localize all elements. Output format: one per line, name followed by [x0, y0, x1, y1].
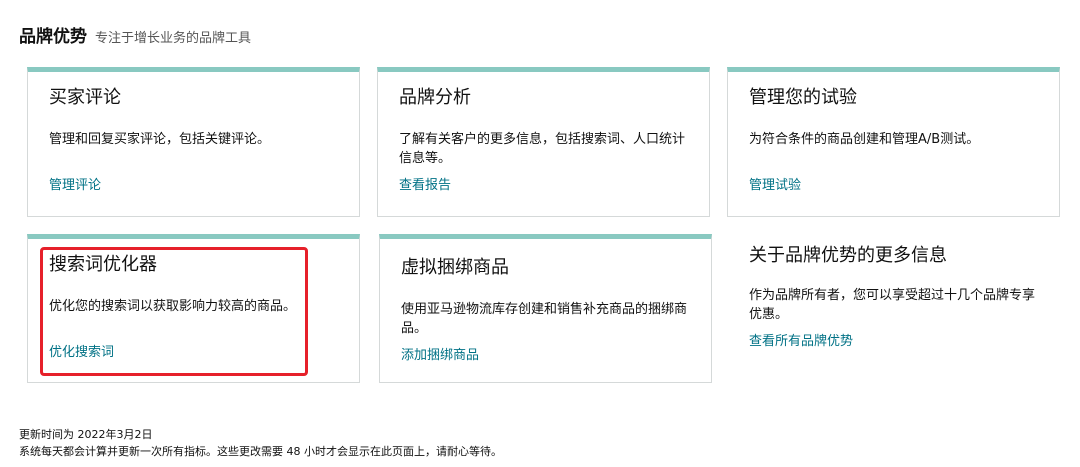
update-note: 系统每天都会计算并更新一次所有指标。这些更改需要 48 小时才会显示在此页面上，…	[19, 445, 502, 458]
page-title: 品牌优势	[19, 27, 87, 47]
add-bundle-link[interactable]: 添加捆绑商品	[401, 344, 479, 363]
card-brand-analytics: 品牌分析 了解有关客户的更多信息，包括搜索词、人口统计信息等。 查看报告	[377, 67, 710, 217]
card-title: 搜索词优化器	[49, 254, 157, 275]
card-description: 了解有关客户的更多信息，包括搜索词、人口统计信息等。	[399, 132, 686, 166]
card-description: 使用亚马逊物流库存创建和销售补充商品的捆绑商品。	[401, 302, 688, 336]
card-search-term-optimizer: 搜索词优化器 优化您的搜索词以获取影响力较高的商品。 优化搜索词	[27, 234, 360, 383]
card-description: 为符合条件的商品创建和管理A/B测试。	[749, 132, 980, 147]
manage-reviews-link[interactable]: 管理评论	[49, 174, 101, 193]
view-report-link[interactable]: 查看报告	[399, 174, 451, 193]
optimize-search-terms-link[interactable]: 优化搜索词	[49, 341, 114, 360]
manage-experiments-link[interactable]: 管理试验	[749, 174, 801, 193]
view-all-brand-benefits-link[interactable]: 查看所有品牌优势	[749, 330, 853, 349]
card-title: 关于品牌优势的更多信息	[749, 245, 947, 266]
card-description: 管理和回复买家评论，包括关键评论。	[49, 132, 271, 147]
card-manage-experiments: 管理您的试验 为符合条件的商品创建和管理A/B测试。 管理试验	[727, 67, 1060, 217]
card-more-brand-benefits: 关于品牌优势的更多信息 作为品牌所有者，您可以享受超过十几个品牌专享优惠。 查看…	[727, 236, 1060, 376]
card-title: 品牌分析	[399, 87, 471, 108]
card-title: 管理您的试验	[749, 87, 857, 108]
page-header: 品牌优势 专注于增长业务的品牌工具	[19, 22, 251, 47]
card-description: 作为品牌所有者，您可以享受超过十几个品牌专享优惠。	[749, 288, 1036, 322]
card-title: 虚拟捆绑商品	[401, 257, 509, 278]
card-title: 买家评论	[49, 87, 121, 108]
page-subtitle: 专注于增长业务的品牌工具	[95, 31, 252, 46]
update-time: 更新时间为 2022年3月2日	[19, 428, 153, 441]
card-virtual-bundles: 虚拟捆绑商品 使用亚马逊物流库存创建和销售补充商品的捆绑商品。 添加捆绑商品	[379, 234, 712, 383]
footer: 更新时间为 2022年3月2日 系统每天都会计算并更新一次所有指标。这些更改需要…	[19, 426, 502, 460]
card-description: 优化您的搜索词以获取影响力较高的商品。	[49, 299, 297, 314]
card-customer-reviews: 买家评论 管理和回复买家评论，包括关键评论。 管理评论	[27, 67, 360, 217]
